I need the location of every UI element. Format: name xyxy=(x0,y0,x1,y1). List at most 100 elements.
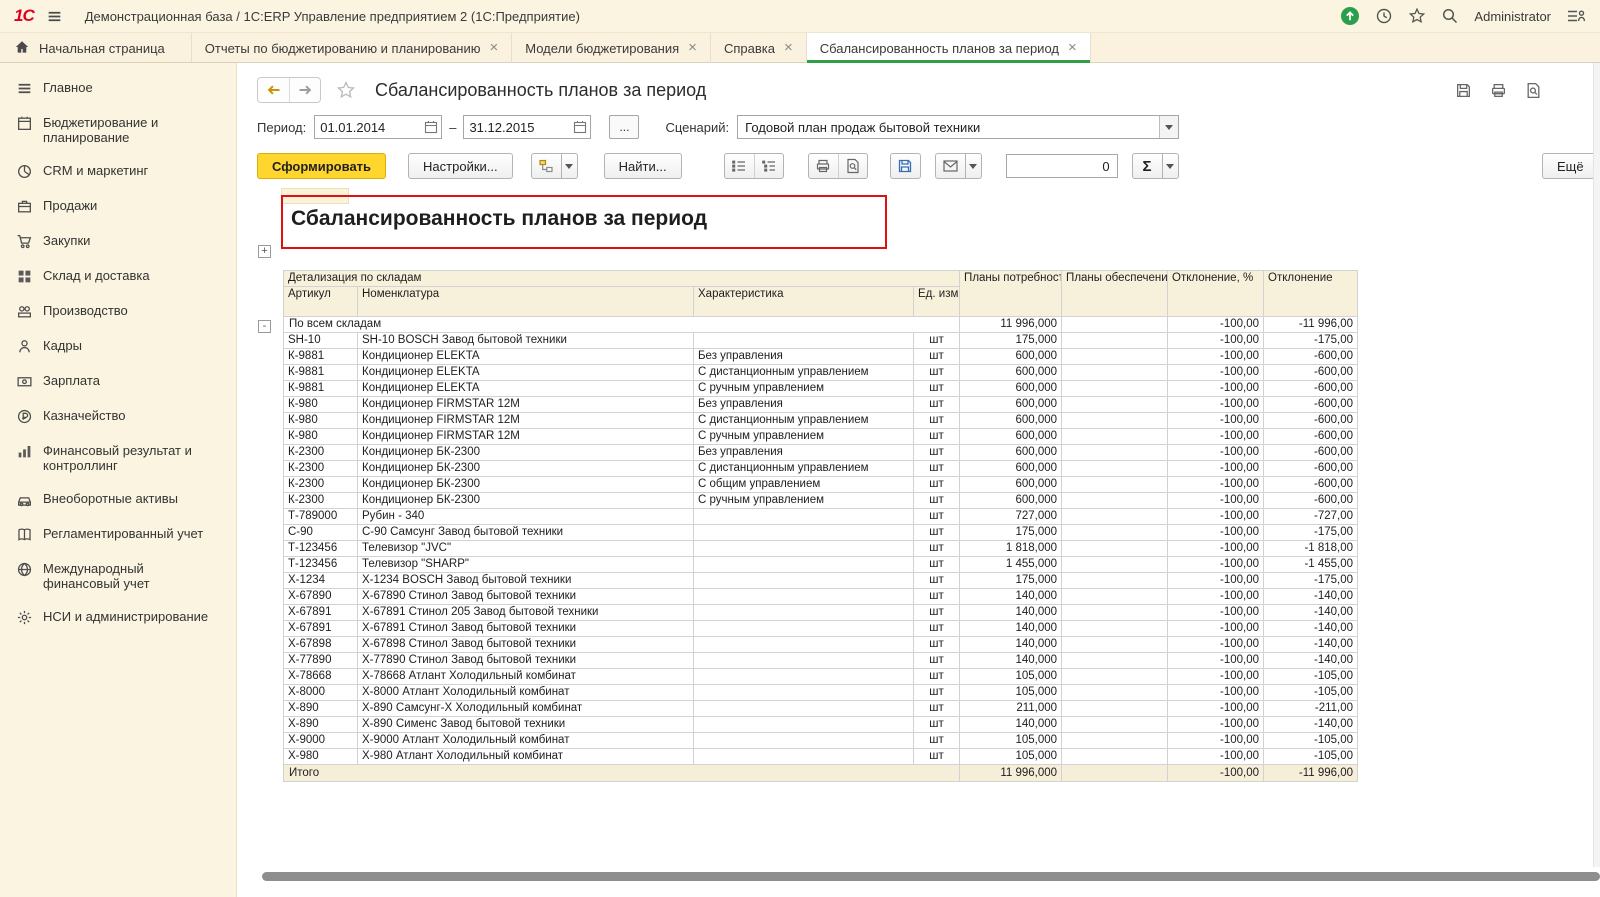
user-menu-icon[interactable] xyxy=(1566,7,1586,25)
print-preview-icon[interactable] xyxy=(838,154,867,178)
tab-3[interactable]: Справка× xyxy=(711,33,807,63)
table-row[interactable]: Т-123456Телевизор "SHARP"шт1 455,000-100… xyxy=(284,557,1358,573)
tab-2[interactable]: Модели бюджетирования× xyxy=(512,33,711,63)
favorites-star-icon[interactable] xyxy=(1408,7,1426,25)
back-button[interactable] xyxy=(258,78,289,102)
table-row[interactable]: К-2300Кондиционер БК-2300С общим управле… xyxy=(284,477,1358,493)
table-row[interactable]: Х-890Х-890 Самсунг-Х Холодильный комбина… xyxy=(284,701,1358,717)
search-icon[interactable] xyxy=(1441,7,1459,25)
table-row[interactable]: Х-67898Х-67898 Стинол Завод бытовой техн… xyxy=(284,637,1358,653)
table-row[interactable]: Х-1234Х-1234 BOSCH Завод бытовой техники… xyxy=(284,573,1358,589)
table-row[interactable]: С-90С-90 Самсунг Завод бытовой техникишт… xyxy=(284,525,1358,541)
calendar-icon[interactable] xyxy=(570,116,590,138)
tab-1[interactable]: Отчеты по бюджетированию и планированию× xyxy=(192,33,512,63)
table-row[interactable]: SH-10SH-10 BOSCH Завод бытовой техникишт… xyxy=(284,333,1358,349)
table-row[interactable]: Х-67891Х-67891 Стинол 205 Завод бытовой … xyxy=(284,605,1358,621)
tab-4[interactable]: Сбалансированность планов за период× xyxy=(807,33,1091,63)
cell-deviation: -175,00 xyxy=(1264,525,1358,541)
sidebar-item-main[interactable]: Главное xyxy=(0,71,236,106)
tab-close-icon[interactable]: × xyxy=(784,42,793,54)
sidebar-item-ifrs[interactable]: Международный финансовый учет xyxy=(0,552,236,600)
sidebar-item-crm[interactable]: CRM и маркетинг xyxy=(0,154,236,189)
table-row[interactable]: Х-9000Х-9000 Атлант Холодильный комбинат… xyxy=(284,733,1358,749)
report-structure-icon[interactable] xyxy=(531,153,562,179)
table-row-all-warehouses[interactable]: По всем складам11 996,000-100,00-11 996,… xyxy=(284,317,1358,333)
cell-demand: 600,000 xyxy=(960,397,1062,413)
period-to-input[interactable] xyxy=(464,120,570,135)
cell-deviation-pct: -100,00 xyxy=(1168,653,1264,669)
find-button[interactable]: Найти... xyxy=(604,153,682,179)
sidebar-item-finresult[interactable]: Финансовый результат и контроллинг xyxy=(0,434,236,482)
cell-deviation-pct: -100,00 xyxy=(1168,717,1264,733)
chevron-down-icon[interactable] xyxy=(1159,116,1178,138)
collapse-groups-icon[interactable] xyxy=(754,154,783,178)
period-options-button[interactable]: ... xyxy=(609,115,639,139)
history-icon[interactable] xyxy=(1375,7,1393,25)
sidebar-item-budgeting[interactable]: Бюджетирование и планирование xyxy=(0,106,236,154)
chevron-down-icon[interactable] xyxy=(1163,153,1179,179)
chevron-down-icon[interactable] xyxy=(966,153,982,179)
sidebar-item-warehouse[interactable]: Склад и доставка xyxy=(0,259,236,294)
table-row[interactable]: Х-890Х-890 Сименс Завод бытовой техникиш… xyxy=(284,717,1358,733)
table-row[interactable]: К-2300Кондиционер БК-2300С дистанционным… xyxy=(284,461,1358,477)
print-icon[interactable] xyxy=(1490,82,1507,99)
vertical-scrollbar[interactable] xyxy=(1593,63,1600,867)
sidebar-item-admin[interactable]: НСИ и администрирование xyxy=(0,600,236,635)
sidebar-item-assets[interactable]: Внеоборотные активы xyxy=(0,482,236,517)
save-icon[interactable] xyxy=(1455,82,1472,99)
table-row-total[interactable]: Итого11 996,000-100,00-11 996,00 xyxy=(284,765,1358,782)
chevron-down-icon[interactable] xyxy=(562,153,578,179)
table-row[interactable]: Х-980Х-980 Атлант Холодильный комбинатшт… xyxy=(284,749,1358,765)
tab-close-icon[interactable]: × xyxy=(490,42,499,54)
more-button[interactable]: Ещё xyxy=(1542,153,1600,179)
expander-plus-icon[interactable]: + xyxy=(258,245,271,258)
print-icon[interactable] xyxy=(809,154,838,178)
table-row[interactable]: К-9881Кондиционер ELEKTAБез управленияшт… xyxy=(284,349,1358,365)
horizontal-scrollbar[interactable] xyxy=(262,872,1600,881)
expand-groups-icon[interactable] xyxy=(725,154,754,178)
table-row[interactable]: К-980Кондиционер FIRMSTAR 12MБез управле… xyxy=(284,397,1358,413)
table-row[interactable]: К-9881Кондиционер ELEKTAС ручным управле… xyxy=(284,381,1358,397)
sidebar-item-purchases[interactable]: Закупки xyxy=(0,224,236,259)
settings-button[interactable]: Настройки... xyxy=(408,153,513,179)
sum-button[interactable]: Σ xyxy=(1132,153,1163,179)
table-row[interactable]: Х-8000Х-8000 Атлант Холодильный комбинат… xyxy=(284,685,1358,701)
scenario-combobox[interactable]: Годовой план продаж бытовой техники xyxy=(737,115,1179,139)
cell-unit: шт xyxy=(914,637,960,653)
period-from-input[interactable] xyxy=(315,120,421,135)
favorite-star-icon[interactable] xyxy=(336,80,356,100)
sidebar-item-hr[interactable]: Кадры xyxy=(0,329,236,364)
save-result-icon[interactable] xyxy=(890,153,921,179)
current-user[interactable]: Administrator xyxy=(1474,9,1551,24)
table-row[interactable]: К-980Кондиционер FIRMSTAR 12MС ручным уп… xyxy=(284,429,1358,445)
table-row[interactable]: Т-789000Рубин - 340шт727,000-100,00-727,… xyxy=(284,509,1358,525)
table-row[interactable]: К-2300Кондиционер БК-2300Без управленияш… xyxy=(284,445,1358,461)
sidebar-item-treasury[interactable]: Казначейство xyxy=(0,399,236,434)
table-row[interactable]: К-980Кондиционер FIRMSTAR 12MС дистанцио… xyxy=(284,413,1358,429)
support-service-icon[interactable] xyxy=(1340,6,1360,26)
production-icon xyxy=(15,302,33,320)
forward-button[interactable] xyxy=(289,78,320,102)
tab-close-icon[interactable]: × xyxy=(1068,42,1077,54)
table-row[interactable]: Х-78668Х-78668 Атлант Холодильный комбин… xyxy=(284,669,1358,685)
table-row[interactable]: Т-123456Телевизор "JVC"шт1 818,000-100,0… xyxy=(284,541,1358,557)
print-preview-icon[interactable] xyxy=(1525,82,1542,99)
generate-button[interactable]: Сформировать xyxy=(257,153,386,179)
sidebar-item-regaccounting[interactable]: Регламентированный учет xyxy=(0,517,236,552)
column-header-deviation: Отклонение xyxy=(1264,271,1358,317)
expander-minus-icon[interactable]: - xyxy=(258,320,271,333)
table-row[interactable]: К-9881Кондиционер ELEKTAС дистанционным … xyxy=(284,365,1358,381)
main-menu-icon[interactable] xyxy=(46,8,63,25)
sidebar-item-production[interactable]: Производство xyxy=(0,294,236,329)
table-row[interactable]: Х-77890Х-77890 Стинол Завод бытовой техн… xyxy=(284,653,1358,669)
table-row[interactable]: Х-67890Х-67890 Стинол Завод бытовой техн… xyxy=(284,589,1358,605)
tab-home[interactable]: Начальная страница xyxy=(0,33,192,63)
sidebar-item-sales[interactable]: Продажи xyxy=(0,189,236,224)
tab-close-icon[interactable]: × xyxy=(688,42,697,54)
sidebar-item-salary[interactable]: Зарплата xyxy=(0,364,236,399)
table-row[interactable]: Х-67891Х-67891 Стинол Завод бытовой техн… xyxy=(284,621,1358,637)
counter-input[interactable] xyxy=(1006,154,1118,178)
calendar-icon[interactable] xyxy=(421,116,441,138)
email-icon[interactable] xyxy=(935,153,966,179)
table-row[interactable]: К-2300Кондиционер БК-2300С ручным управл… xyxy=(284,493,1358,509)
